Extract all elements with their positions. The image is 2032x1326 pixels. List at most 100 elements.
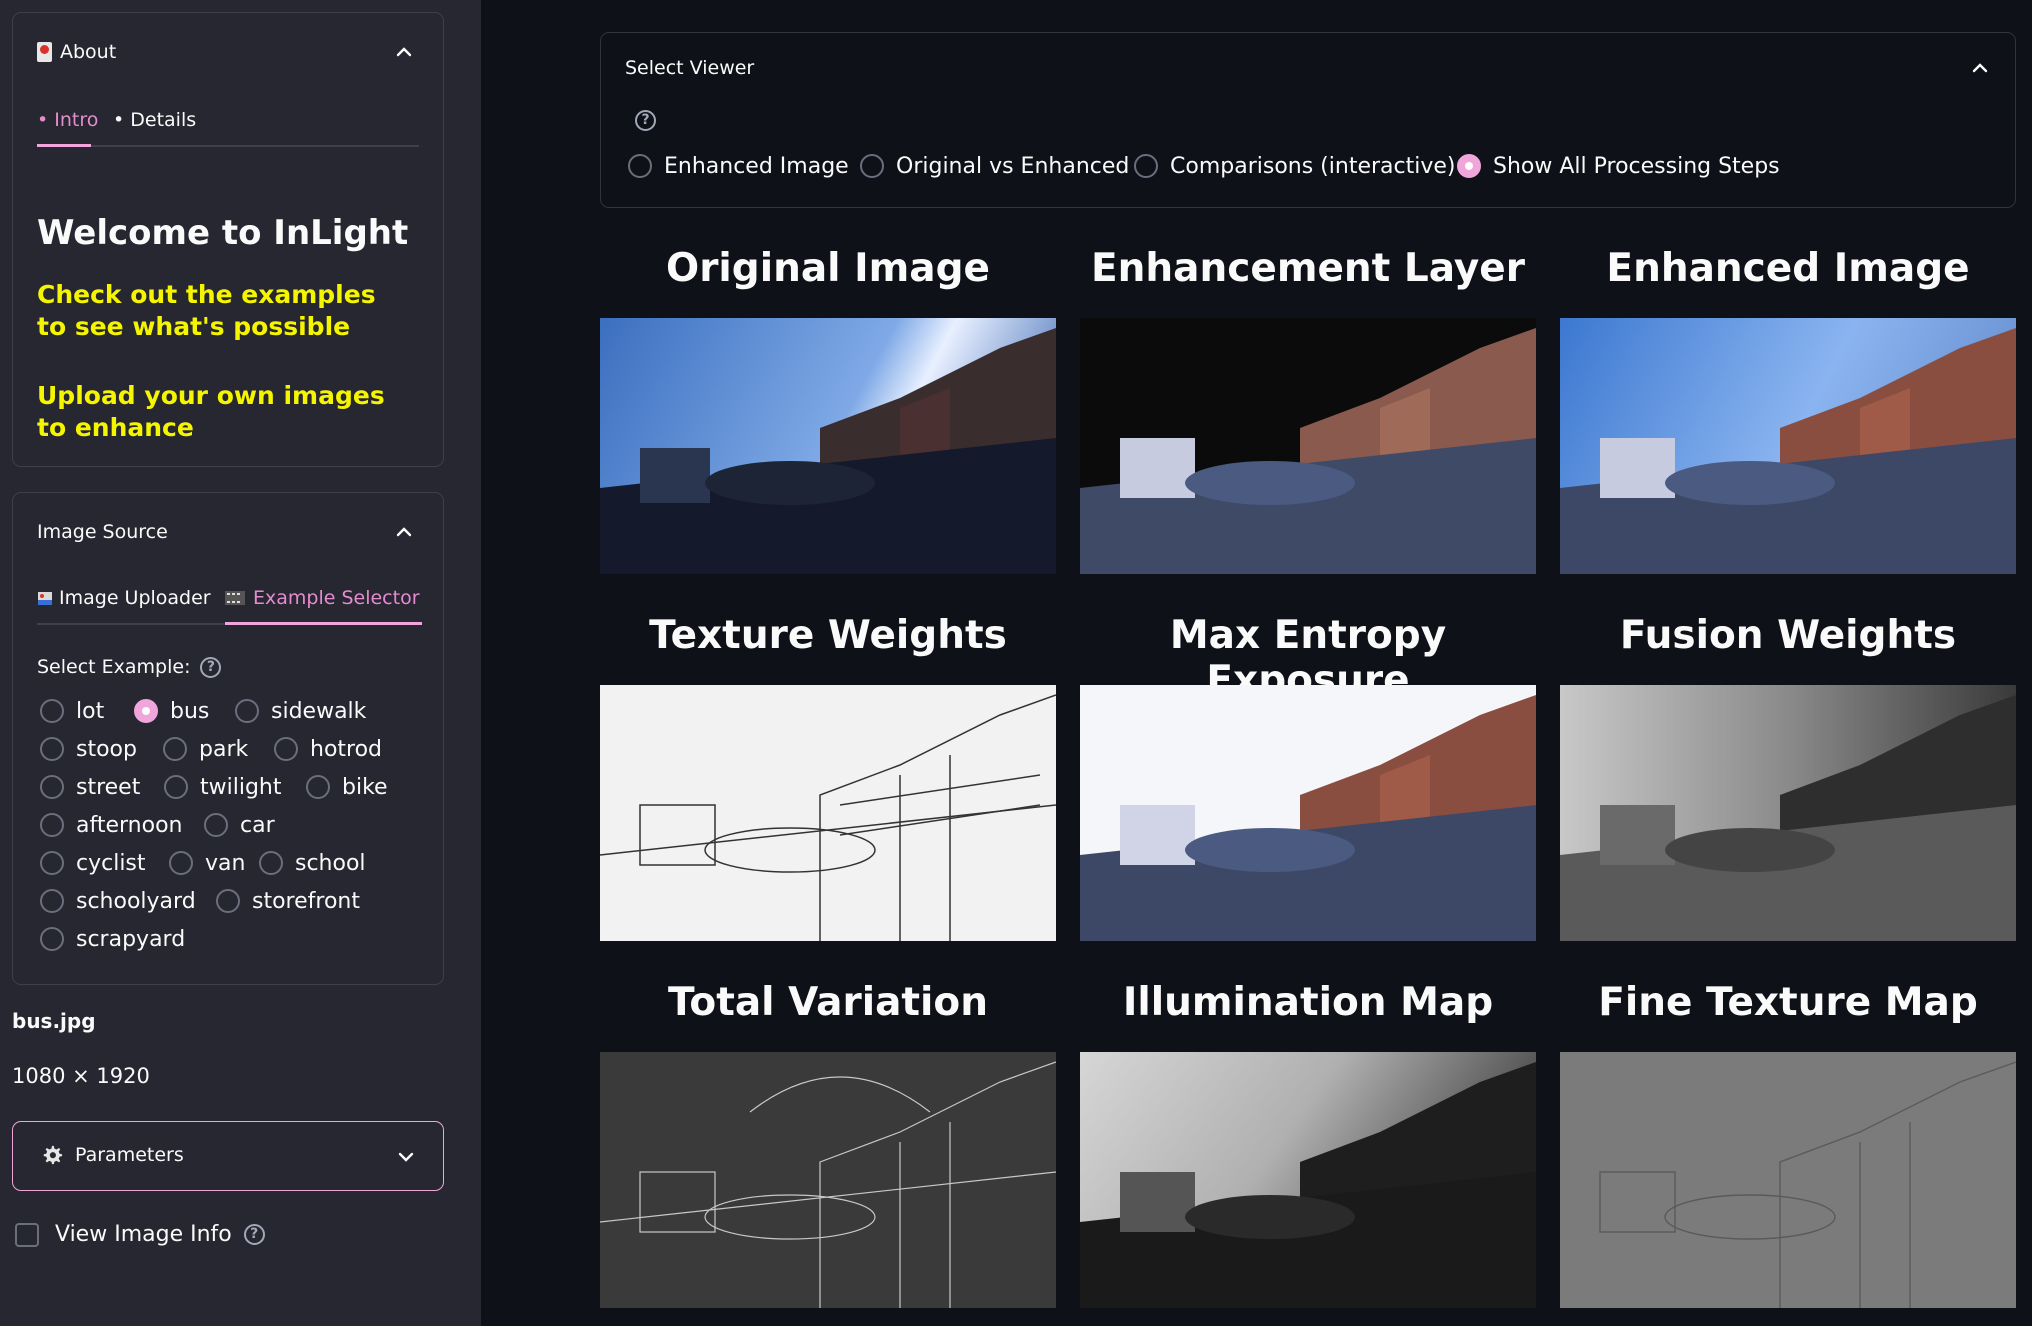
image-icon — [38, 592, 52, 605]
radio-circle[interactable] — [259, 851, 283, 875]
about-header[interactable]: About — [37, 37, 419, 67]
fusion-weights-image — [1560, 685, 2016, 941]
about-expander: About • Intro • Details Welcome to InLig… — [12, 12, 444, 467]
radio-option-cyclist[interactable]: cyclist — [40, 851, 169, 876]
radio-circle[interactable] — [40, 889, 64, 913]
view-image-info-row[interactable]: View Image Info ? — [15, 1222, 265, 1247]
tab-image-uploader[interactable]: Image Uploader — [37, 577, 211, 625]
image-source-header[interactable]: Image Source — [37, 517, 419, 547]
radio-label: Original vs Enhanced — [896, 153, 1130, 179]
upload-hint: Upload your own images to enhance — [37, 381, 385, 442]
radio-label: afternoon — [76, 812, 183, 838]
chevron-up-icon[interactable] — [393, 521, 415, 543]
radio-option-scrapyard[interactable]: scrapyard — [40, 927, 185, 952]
chevron-down-icon[interactable] — [395, 1146, 417, 1168]
radio-option-street[interactable]: street — [40, 775, 164, 800]
radio-option-storefront[interactable]: storefront — [216, 889, 360, 914]
radio-option-school[interactable]: school — [259, 851, 366, 876]
radio-row: cyclist van school — [40, 848, 366, 878]
active-tab-bar — [225, 622, 422, 625]
radio-label: school — [295, 850, 366, 876]
radio-option-hotrod[interactable]: hotrod — [274, 737, 382, 762]
radio-circle[interactable] — [628, 154, 652, 178]
radio-option-schoolyard[interactable]: schoolyard — [40, 889, 216, 914]
radio-option-twilight[interactable]: twilight — [164, 775, 306, 800]
radio-label: cyclist — [76, 850, 146, 876]
radio-label: scrapyard — [76, 926, 186, 952]
panel-title: Total Variation — [668, 980, 988, 1025]
tab-intro[interactable]: • Intro — [37, 99, 98, 147]
radio-circle[interactable] — [216, 889, 240, 913]
radio-label: car — [240, 812, 275, 838]
radio-label: van — [205, 850, 246, 876]
viewer-option-original-vs-enhanced[interactable]: Original vs Enhanced — [860, 154, 1134, 179]
tab-details-label: Details — [130, 109, 197, 131]
select-example-label: Select Example: — [37, 656, 191, 678]
radio-circle[interactable] — [169, 851, 193, 875]
chevron-up-icon[interactable] — [1969, 57, 1991, 79]
tab-intro-label: Intro — [54, 109, 99, 131]
radio-option-lot[interactable]: lot — [40, 699, 134, 724]
fine-texture-map-image — [1560, 1052, 2016, 1308]
max-entropy-exposure-image — [1080, 685, 1536, 941]
radio-label: street — [76, 774, 141, 800]
view-image-info-checkbox[interactable] — [15, 1222, 39, 1247]
radio-circle[interactable] — [164, 775, 188, 799]
radio-circle[interactable] — [40, 737, 64, 761]
select-example-label-row: Select Example: ? — [37, 656, 222, 678]
about-tabs: • Intro • Details — [37, 99, 419, 147]
active-tab-bar — [37, 144, 91, 147]
radio-circle[interactable] — [40, 813, 64, 837]
tab-example-selector[interactable]: Example Selector — [225, 577, 422, 625]
sidebar: About • Intro • Details Welcome to InLig… — [0, 0, 481, 1326]
enhanced-image — [1560, 318, 2016, 574]
radio-row: street twilight bike — [40, 772, 388, 802]
help-icon[interactable]: ? — [635, 110, 656, 131]
viewer-option-comparisons[interactable]: Comparisons (interactive) — [1134, 154, 1457, 179]
tab-example-selector-label: Example Selector — [253, 587, 420, 609]
view-image-info-label: View Image Info — [55, 1222, 232, 1247]
enhancement-layer-image — [1080, 318, 1536, 574]
radio-circle[interactable] — [163, 737, 187, 761]
help-icon[interactable]: ? — [200, 656, 222, 678]
tab-image-uploader-label: Image Uploader — [59, 587, 211, 609]
radio-row: scrapyard — [40, 924, 185, 954]
radio-label: stoop — [76, 736, 137, 762]
panel-title: Illumination Map — [1122, 980, 1494, 1025]
radio-label: schoolyard — [76, 888, 196, 914]
parameters-expander[interactable]: Parameters — [12, 1121, 444, 1191]
image-source-expander: Image Source Image Uploader Example Sele… — [12, 492, 444, 985]
radio-label: hotrod — [310, 736, 383, 762]
radio-circle[interactable] — [860, 154, 884, 178]
viewer-option-enhanced-image[interactable]: Enhanced Image — [628, 154, 860, 179]
radio-option-sidewalk[interactable]: sidewalk — [235, 699, 366, 724]
radio-circle[interactable] — [40, 775, 64, 799]
radio-option-bike[interactable]: bike — [306, 775, 388, 800]
radio-option-park[interactable]: park — [163, 737, 274, 762]
film-icon — [225, 591, 245, 605]
radio-circle-selected[interactable] — [1457, 154, 1481, 178]
examples-hint: Check out the examples to see what's pos… — [37, 280, 376, 341]
radio-label: lot — [76, 698, 105, 724]
radio-option-afternoon[interactable]: afternoon — [40, 813, 204, 838]
tab-details[interactable]: • Details — [113, 99, 196, 147]
original-image — [600, 318, 1056, 574]
radio-option-stoop[interactable]: stoop — [40, 737, 163, 762]
file-name: bus.jpg — [12, 1009, 96, 1033]
radio-circle[interactable] — [1134, 154, 1158, 178]
radio-circle[interactable] — [274, 737, 298, 761]
radio-circle[interactable] — [235, 699, 259, 723]
radio-circle[interactable] — [40, 851, 64, 875]
chevron-up-icon[interactable] — [393, 41, 415, 63]
viewer-option-show-all-steps[interactable]: Show All Processing Steps — [1457, 154, 1780, 179]
image-source-tabs: Image Uploader Example Selector — [37, 577, 422, 625]
radio-option-bus[interactable]: bus — [134, 699, 235, 724]
radio-option-van[interactable]: van — [169, 851, 259, 876]
radio-circle-selected[interactable] — [134, 699, 158, 723]
radio-circle[interactable] — [40, 699, 64, 723]
radio-option-car[interactable]: car — [204, 813, 275, 838]
radio-circle[interactable] — [204, 813, 228, 837]
help-icon[interactable]: ? — [243, 1224, 265, 1245]
radio-circle[interactable] — [306, 775, 330, 799]
radio-circle[interactable] — [40, 927, 64, 951]
